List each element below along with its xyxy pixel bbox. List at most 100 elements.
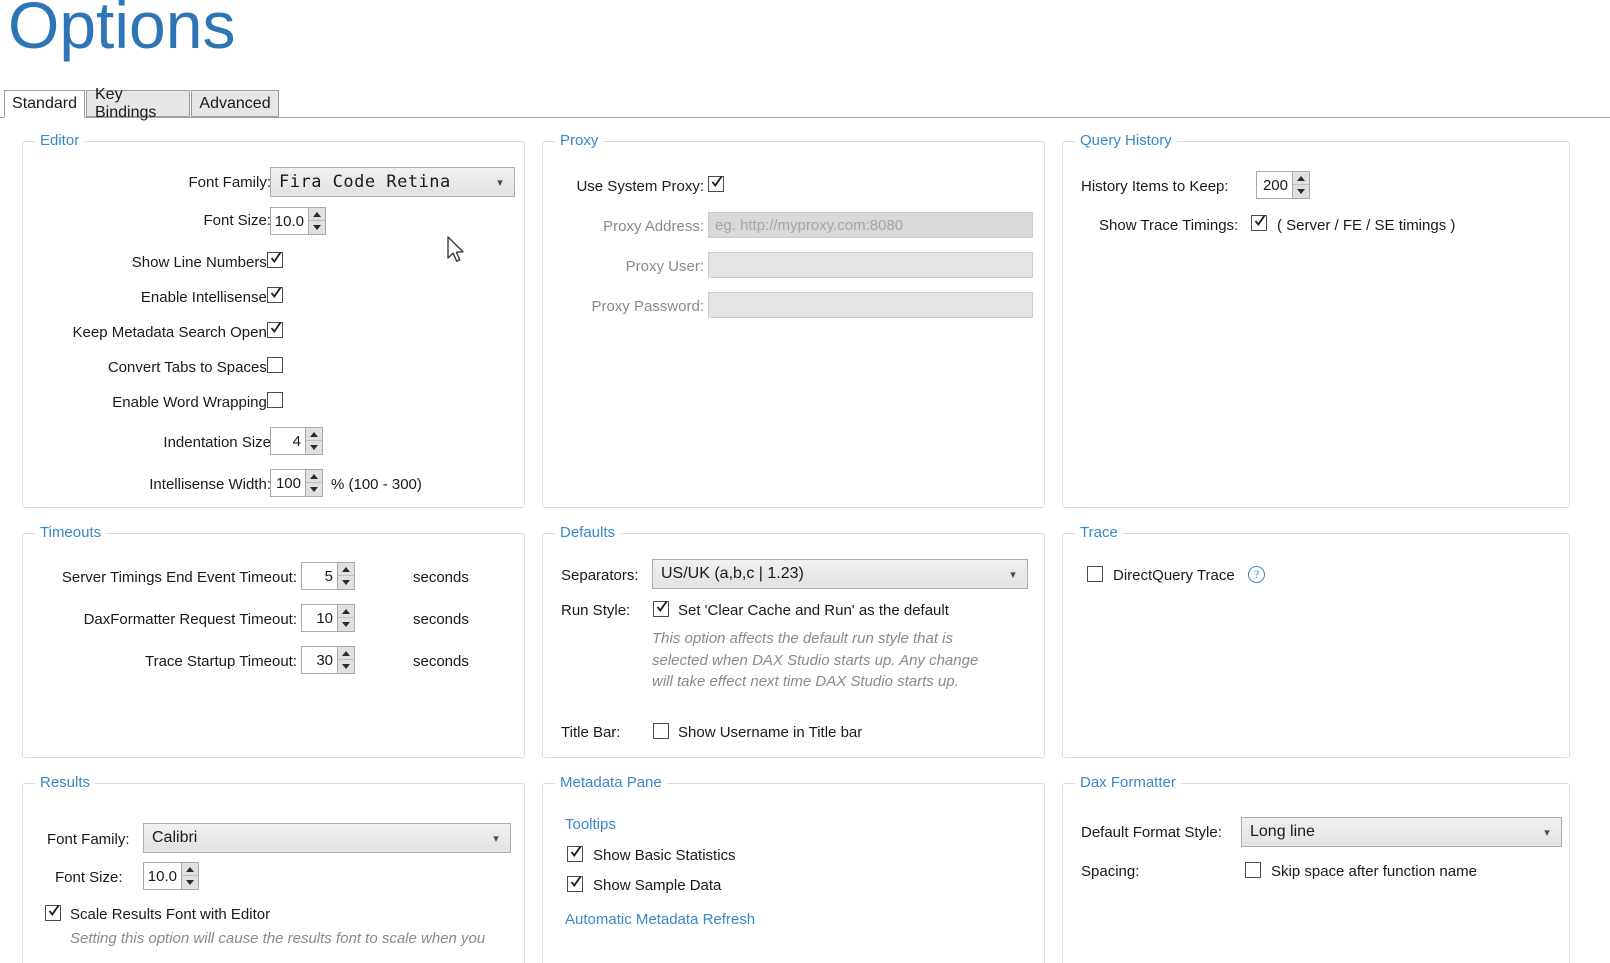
daxformatter-spin-buttons[interactable] [337, 604, 355, 632]
history-items-value[interactable]: 200 [1256, 171, 1292, 199]
group-query-history: Query History History Items to Keep: 200… [1062, 132, 1570, 508]
spinner-down-icon[interactable] [338, 660, 354, 673]
check-icon [48, 904, 60, 917]
checkbox-directquery-trace[interactable] [1087, 566, 1103, 582]
indentation-spin-buttons[interactable] [305, 427, 323, 455]
spinner-up-icon[interactable] [338, 647, 354, 660]
chevron-down-icon: ▾ [497, 176, 503, 189]
help-circle-icon[interactable]: ? [1248, 566, 1265, 583]
label-trace-startup-timeout: Trace Startup Timeout: [144, 653, 297, 670]
group-dax-formatter: Dax Formatter Default Format Style: Long… [1062, 774, 1570, 963]
check-icon [270, 286, 282, 299]
trace-startup-timeout-value[interactable]: 30 [301, 646, 337, 674]
editor-indentation-size-spinner[interactable]: 4 [270, 427, 323, 455]
label-default-format-style: Default Format Style: [1081, 824, 1222, 841]
tab-advanced[interactable]: Advanced [191, 90, 279, 117]
label-run-style: Run Style: [561, 602, 631, 619]
spinner-up-icon[interactable] [306, 428, 322, 441]
checkbox-show-sample-data[interactable] [567, 875, 583, 892]
group-timeouts: Timeouts Server Timings End Event Timeou… [22, 524, 525, 758]
daxformatter-timeout-value[interactable]: 10 [301, 604, 337, 632]
check-icon [270, 321, 282, 334]
server-timings-timeout-spinner[interactable]: 5 [301, 562, 355, 590]
label-clear-cache-and-run: Set 'Clear Cache and Run' as the default [678, 602, 949, 619]
label-skip-space-after-function-name: Skip space after function name [1271, 863, 1477, 880]
label-server-timings-unit: seconds [413, 569, 469, 586]
group-results: Results Font Family: Calibri ▾ Font Size… [22, 774, 525, 963]
checkbox-show-username-in-title-bar[interactable] [653, 723, 669, 739]
group-query-history-legend: Query History [1075, 132, 1177, 149]
label-keep-metadata-search-open: Keep Metadata Search Open: [72, 324, 271, 341]
proxy-address-input[interactable]: eg. http://myproxy.com:8080 [708, 212, 1033, 238]
results-font-family-combo[interactable]: Calibri ▾ [143, 823, 511, 853]
separators-value: US/UK (a,b,c | 1.23) [661, 565, 804, 582]
checkbox-convert-tabs-to-spaces[interactable] [267, 357, 283, 373]
server-timings-timeout-value[interactable]: 5 [301, 562, 337, 590]
spinner-down-icon[interactable] [306, 441, 322, 454]
spinner-up-icon[interactable] [306, 470, 322, 483]
label-convert-tabs-to-spaces: Convert Tabs to Spaces: [107, 359, 271, 376]
checkbox-keep-metadata-search-open[interactable] [267, 321, 283, 338]
server-timings-spin-buttons[interactable] [337, 562, 355, 590]
results-font-size-value[interactable]: 10.0 [143, 862, 181, 890]
proxy-password-input[interactable] [708, 292, 1033, 318]
spinner-up-icon[interactable] [338, 605, 354, 618]
spinner-up-icon[interactable] [309, 208, 325, 221]
checkbox-show-trace-timings[interactable] [1251, 214, 1267, 231]
label-results-font-family: Font Family: [47, 831, 130, 848]
editor-intellisense-width-value[interactable]: 100 [270, 469, 305, 497]
tab-standard[interactable]: Standard [4, 90, 85, 118]
label-enable-intellisense: Enable Intellisense: [140, 289, 271, 306]
editor-font-size-value[interactable]: 10.0 [270, 207, 308, 235]
checkbox-use-system-proxy[interactable] [708, 175, 724, 192]
results-font-size-spin-buttons[interactable] [181, 862, 199, 890]
checkbox-scale-results-font[interactable] [45, 904, 61, 921]
checkbox-enable-intellisense[interactable] [267, 286, 283, 303]
label-show-trace-timings: Show Trace Timings: [1099, 217, 1239, 234]
intellisense-spin-buttons[interactable] [305, 469, 323, 497]
checkbox-skip-space-after-function-name[interactable] [1245, 862, 1261, 878]
tab-key-bindings[interactable]: Key Bindings [86, 86, 190, 121]
editor-indentation-size-value[interactable]: 4 [270, 427, 305, 455]
trace-startup-timeout-spinner[interactable]: 30 [301, 646, 355, 674]
history-items-spin-buttons[interactable] [1292, 171, 1310, 199]
results-font-size-spinner[interactable]: 10.0 [143, 862, 199, 890]
check-icon [270, 251, 282, 264]
editor-intellisense-width-spinner[interactable]: 100 [270, 469, 323, 497]
group-proxy-legend: Proxy [555, 132, 604, 149]
spinner-down-icon[interactable] [1293, 185, 1309, 198]
checkbox-enable-word-wrapping[interactable] [267, 392, 283, 408]
checkbox-show-basic-statistics[interactable] [567, 845, 583, 862]
spinner-up-icon[interactable] [182, 863, 198, 876]
label-enable-word-wrapping: Enable Word Wrapping: [112, 394, 271, 411]
trace-startup-spin-buttons[interactable] [337, 646, 355, 674]
tab-strip: Standard Key Bindings Advanced [0, 86, 1610, 121]
group-defaults-legend: Defaults [555, 524, 621, 541]
group-proxy: Proxy Use System Proxy: Proxy Address: e… [542, 132, 1045, 508]
editor-font-size-spin-buttons[interactable] [308, 207, 326, 235]
editor-font-family-combo[interactable]: Fira Code Retina ▾ [270, 167, 515, 197]
spinner-down-icon[interactable] [182, 876, 198, 889]
history-items-spinner[interactable]: 200 [1256, 171, 1310, 199]
checkbox-show-line-numbers[interactable] [267, 251, 283, 268]
group-editor-legend: Editor [35, 132, 85, 149]
page-title: Options [8, 0, 236, 62]
spinner-down-icon[interactable] [338, 618, 354, 631]
spinner-up-icon[interactable] [338, 563, 354, 576]
chevron-down-icon: ▾ [493, 832, 499, 845]
label-font-family: Font Family: [188, 174, 271, 191]
daxformatter-timeout-spinner[interactable]: 10 [301, 604, 355, 632]
proxy-user-input[interactable] [708, 252, 1033, 278]
group-metadata-pane: Metadata Pane Tooltips Show Basic Statis… [542, 774, 1045, 963]
label-show-line-numbers: Show Line Numbers: [131, 254, 271, 271]
separators-combo[interactable]: US/UK (a,b,c | 1.23) ▾ [652, 559, 1028, 589]
check-icon [570, 875, 582, 888]
spinner-up-icon[interactable] [1293, 172, 1309, 185]
spinner-down-icon[interactable] [338, 576, 354, 589]
group-metadata-pane-legend: Metadata Pane [555, 774, 667, 791]
checkbox-clear-cache-and-run[interactable] [653, 600, 669, 617]
default-format-style-combo[interactable]: Long line ▾ [1241, 817, 1562, 847]
editor-font-size-spinner[interactable]: 10.0 [270, 207, 326, 235]
spinner-down-icon[interactable] [309, 221, 325, 234]
spinner-down-icon[interactable] [306, 483, 322, 496]
